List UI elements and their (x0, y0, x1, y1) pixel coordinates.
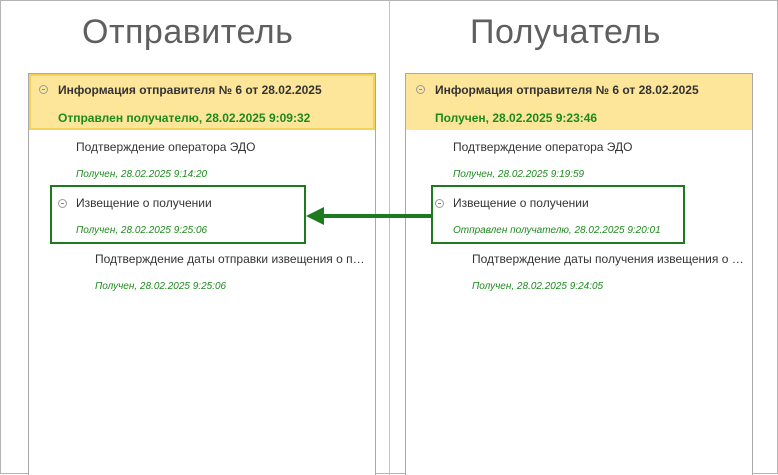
receiver-tree[interactable]: Информация отправителя № 6 от 28.02.2025… (405, 73, 753, 475)
sender-operator-confirm[interactable]: Подтверждение оператора ЭДО (76, 140, 256, 154)
receiver-notice-confirm[interactable]: Подтверждение даты получения извещения о… (472, 252, 744, 266)
sender-operator-confirm-status: Получен, 28.02.2025 9:14:20 (76, 169, 208, 180)
receiver-document-node[interactable]: Информация отправителя № 6 от 28.02.2025… (406, 74, 752, 130)
sender-heading: Отправитель (82, 13, 294, 51)
collapse-toggle-icon[interactable] (39, 85, 48, 94)
sender-tree[interactable]: Информация отправителя № 6 от 28.02.2025… (28, 73, 376, 475)
collapse-toggle-icon[interactable] (416, 85, 425, 94)
receiver-document-status: Получен, 28.02.2025 9:23:46 (435, 111, 598, 125)
sender-document-node[interactable]: Информация отправителя № 6 от 28.02.2025… (29, 74, 375, 130)
sender-notice-highlight (50, 185, 306, 244)
receiver-document-title: Информация отправителя № 6 от 28.02.2025 (435, 83, 699, 97)
receiver-operator-confirm[interactable]: Подтверждение оператора ЭДО (453, 140, 633, 154)
column-divider (389, 1, 390, 475)
sender-document-status: Отправлен получателю, 28.02.2025 9:09:32 (58, 111, 311, 125)
receiver-notice-confirm-status: Получен, 28.02.2025 9:24:05 (472, 281, 604, 292)
receiver-heading: Получатель (470, 13, 661, 51)
receiver-notice-highlight (431, 185, 685, 244)
sender-notice-confirm-status: Получен, 28.02.2025 9:25:06 (95, 281, 227, 292)
arrow-left-icon (306, 207, 432, 225)
receiver-operator-confirm-status: Получен, 28.02.2025 9:19:59 (453, 169, 585, 180)
sender-document-title: Информация отправителя № 6 от 28.02.2025 (58, 83, 322, 97)
sender-notice-confirm[interactable]: Подтверждение даты отправки извещения о … (95, 252, 367, 266)
